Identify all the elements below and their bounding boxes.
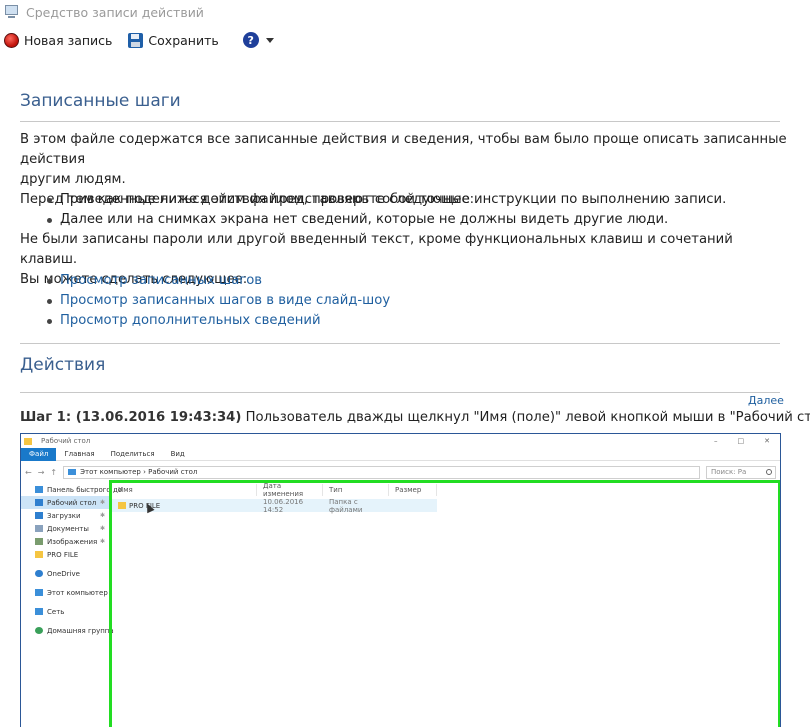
file-list-header: Имя Дата изменения Тип Размер — [112, 482, 778, 498]
help-button[interactable]: ? — [239, 32, 274, 48]
column-size: Размер — [389, 483, 437, 496]
desktop-icon — [35, 499, 43, 506]
new-record-button[interactable]: Новая запись — [0, 32, 113, 48]
address-bar: Этот компьютер › Рабочий стол — [63, 465, 700, 479]
row-date: 10.06.2016 14:52 — [263, 497, 304, 514]
back-icon: ← — [25, 467, 32, 477]
record-icon — [4, 32, 19, 48]
intro-line-2: другим людям. — [20, 172, 126, 187]
sidebar-item-onedrive: OneDrive — [21, 567, 109, 580]
pin-icon: ✱ — [99, 512, 105, 519]
explorer-file-list: Имя Дата изменения Тип Размер PRO FILE 1… — [109, 480, 780, 727]
folder-icon — [118, 502, 126, 509]
list-item: Просмотр записанных шагов в виде слайд-ш… — [46, 291, 390, 311]
row-type: Папка с файлами — [329, 497, 363, 514]
ribbon-tab-file: Файл — [21, 447, 57, 461]
explorer-title-bar: Рабочий стол – □ ✕ — [21, 434, 780, 448]
save-button[interactable]: Сохранить — [128, 32, 219, 48]
network-icon — [35, 608, 43, 615]
window-controls: – □ ✕ — [714, 437, 780, 445]
column-date: Дата изменения — [257, 482, 323, 498]
forward-icon: → — [37, 467, 45, 477]
star-icon — [35, 486, 43, 493]
computer-icon — [68, 469, 77, 475]
save-label: Сохранить — [148, 32, 219, 48]
chevron-down-icon[interactable] — [265, 37, 274, 43]
links-list: Просмотр записанных шагов Просмотр запис… — [46, 271, 390, 331]
sidebar-item-downloads: Загрузки ✱ — [21, 509, 109, 522]
intro-line-1: В этом файле содержатся все записанные д… — [20, 132, 787, 167]
save-icon — [128, 32, 144, 48]
sidebar-item-quick-access: Панель быстрого до — [21, 483, 122, 496]
list-item: Приведенные ниже действия представляют с… — [46, 190, 726, 210]
document-icon — [35, 525, 43, 532]
folder-icon — [35, 551, 43, 558]
close-icon: ✕ — [764, 437, 770, 445]
computer-icon — [35, 589, 43, 596]
ribbon-tab-home: Главная — [64, 450, 95, 458]
sidebar-item-desktop: Рабочий стол ✱ — [21, 496, 109, 509]
explorer-title: Рабочий стол — [41, 437, 91, 445]
help-icon: ? — [242, 32, 259, 48]
steps-recorder-icon — [4, 4, 20, 20]
sidebar-item-network: Сеть — [21, 605, 109, 618]
address-path: Этот компьютер › Рабочий стол — [80, 468, 198, 476]
download-icon — [35, 512, 43, 519]
list-item: Просмотр дополнительных сведений — [46, 311, 390, 331]
step-description: Шаг 1: (13.06.2016 19:43:34) Пользовател… — [20, 410, 810, 425]
toolbar: Новая запись Сохранить ? — [0, 28, 810, 52]
list-item: Просмотр записанных шагов — [46, 271, 390, 291]
step-screenshot: Рабочий стол – □ ✕ Файл Главная Поделить… — [20, 433, 781, 727]
recorded-steps-heading: Записанные шаги — [20, 91, 181, 111]
view-steps-link[interactable]: Просмотр записанных шагов — [60, 273, 262, 288]
divider — [20, 121, 780, 122]
table-row: PRO FILE 10.06.2016 14:52 Папка с файлам… — [112, 497, 437, 514]
sidebar-item-this-pc: Этот компьютер — [21, 586, 109, 599]
maximize-icon: □ — [737, 437, 745, 445]
sidebar-item-homegroup: Домашняя группа — [21, 624, 114, 637]
view-details-link[interactable]: Просмотр дополнительных сведений — [60, 313, 321, 328]
pin-icon: ✱ — [99, 538, 105, 545]
pin-icon: ✱ — [99, 499, 105, 506]
step-text: Пользователь дважды щелкнул "Имя (поле)"… — [241, 410, 810, 425]
minimize-icon: – — [714, 437, 718, 445]
ribbon-tab-view: Вид — [170, 450, 185, 458]
column-name: Имя — [112, 483, 257, 496]
sidebar-item-documents: Документы ✱ — [21, 522, 109, 535]
window-title: Средство записи действий — [26, 4, 204, 20]
picture-icon — [35, 538, 43, 545]
divider — [20, 392, 780, 393]
search-icon — [766, 468, 772, 475]
title-bar: Средство записи действий — [0, 0, 810, 24]
homegroup-icon — [35, 627, 43, 634]
sidebar-item-pictures: Изображения ✱ — [21, 535, 109, 548]
view-slideshow-link[interactable]: Просмотр записанных шагов в виде слайд-ш… — [60, 293, 390, 308]
column-type: Тип — [323, 483, 389, 496]
explorer-sidebar: Панель быстрого до Рабочий стол ✱ Загрузк… — [21, 483, 122, 727]
actions-heading: Действия — [20, 355, 106, 375]
ribbon-tab-share: Поделиться — [110, 450, 155, 458]
search-box: Поиск: Ра — [706, 465, 776, 479]
sidebar-item-pro-file: PRO FILE — [21, 548, 109, 561]
step-label: Шаг 1: (13.06.2016 19:43:34) — [20, 410, 242, 425]
pin-icon: ✱ — [99, 525, 105, 532]
new-record-label: Новая запись — [24, 32, 113, 48]
explorer-ribbon: Файл Главная Поделиться Вид — [21, 447, 780, 461]
folder-icon — [24, 437, 32, 445]
divider — [20, 343, 780, 344]
list-item: Далее или на снимках экрана нет сведений… — [46, 210, 726, 230]
row-name: PRO FILE — [112, 502, 257, 510]
next-link[interactable]: Далее — [748, 394, 784, 407]
up-icon: ↑ — [50, 467, 58, 477]
note-line: Не были записаны пароли или другой введе… — [20, 232, 733, 267]
cloud-icon — [35, 570, 43, 577]
check-list: Приведенные ниже действия представляют с… — [46, 190, 726, 230]
search-placeholder: Поиск: Ра — [711, 468, 747, 476]
